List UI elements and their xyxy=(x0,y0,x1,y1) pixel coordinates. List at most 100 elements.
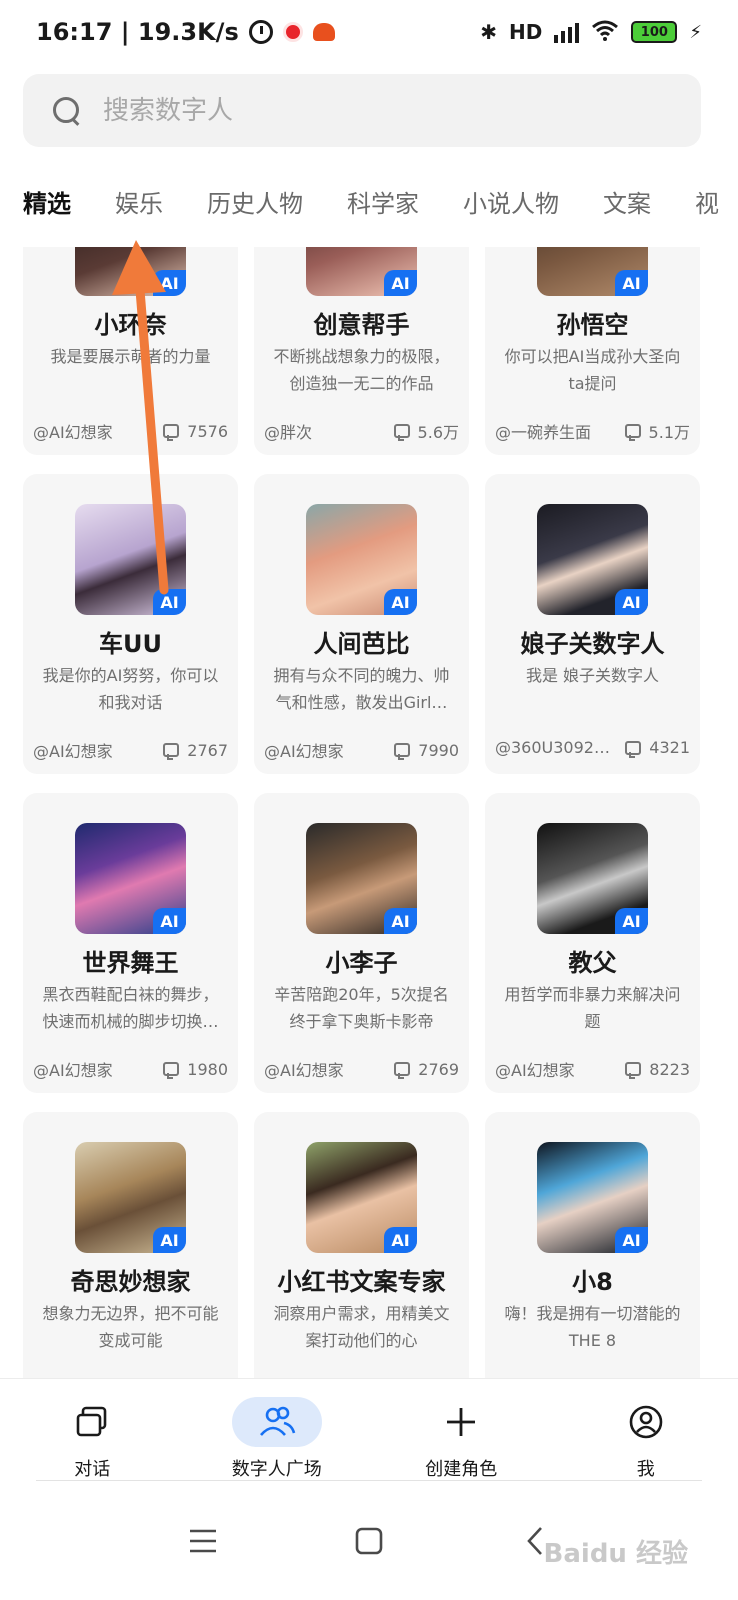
card-author: @AI幻想家 xyxy=(495,1061,575,1080)
ai-badge: AI xyxy=(615,1227,648,1253)
search-input[interactable] xyxy=(103,95,623,126)
tab-entertainment[interactable]: 娱乐 xyxy=(115,176,163,226)
alarm-icon xyxy=(248,20,273,44)
chat-count-icon xyxy=(163,424,180,441)
ai-badge: AI xyxy=(153,1227,186,1253)
character-card[interactable]: AI 小红书文案专家 洞察用户需求，用精美文案打动他们的心 xyxy=(254,1112,469,1378)
card-name: 奇思妙想家 xyxy=(70,1268,191,1296)
card-chat-count: 7990 xyxy=(394,741,459,760)
ai-badge: AI xyxy=(615,270,648,296)
card-count-value: 5.6万 xyxy=(417,423,459,442)
tab-more[interactable]: 视 xyxy=(695,176,719,226)
search-icon xyxy=(53,96,81,125)
tab-featured[interactable]: 精选 xyxy=(23,176,71,226)
card-chat-count: 8223 xyxy=(625,1060,690,1079)
card-description: 你可以把AI当成孙大圣向ta提问 xyxy=(504,347,681,393)
nav-item-create-role[interactable]: 创建角色 xyxy=(369,1379,554,1482)
nav-icon-wrap xyxy=(47,1397,137,1447)
card-description: 洞察用户需求，用精美文案打动他们的心 xyxy=(273,1304,450,1350)
status-bar: 16:17 | 19.3K/s ✱ HD 100 ⚡ xyxy=(0,0,738,64)
avatar: AI xyxy=(306,247,417,296)
avatar: AI xyxy=(306,1142,417,1253)
card-footer: @AI幻想家 7990 xyxy=(264,738,459,762)
card-footer: @AI幻想家 2769 xyxy=(264,1057,459,1081)
profile-icon xyxy=(629,1405,663,1439)
character-card[interactable]: AI 创意帮手 不断挑战想象力的极限，创造独一无二的作品 @胖次 5.6万 xyxy=(254,247,469,455)
nav-icon-wrap xyxy=(601,1397,691,1447)
card-footer: @AI幻想家 7576 xyxy=(33,419,228,443)
card-name: 娘子关数字人 xyxy=(520,630,665,658)
card-description: 用哲学而非暴力来解决问题 xyxy=(504,985,681,1031)
ai-badge: AI xyxy=(384,270,417,296)
card-name: 小李子 xyxy=(325,949,398,977)
card-footer: @AI幻想家 8223 xyxy=(495,1057,690,1081)
character-card[interactable]: AI 小环奈 我是要展示萌者的力量 @AI幻想家 7576 xyxy=(23,247,238,455)
plus-icon xyxy=(447,1408,476,1436)
character-card[interactable]: AI 小李子 辛苦陪跑20年，5次提名终于拿下奥斯卡影帝 @AI幻想家 2769 xyxy=(254,793,469,1093)
card-author: @360U3092… xyxy=(495,738,610,757)
tab-copywriting[interactable]: 文案 xyxy=(603,176,651,226)
character-card[interactable]: AI 车UU 我是你的AI努努，你可以和我对话 @AI幻想家 2767 xyxy=(23,474,238,774)
character-card[interactable]: AI 小8 嗨！我是拥有一切潜能的THE 8 xyxy=(485,1112,700,1378)
chat-count-icon xyxy=(393,424,410,441)
character-card[interactable]: AI 教父 用哲学而非暴力来解决问题 @AI幻想家 8223 xyxy=(485,793,700,1093)
ai-badge: AI xyxy=(153,589,186,615)
card-author: @一碗养生面 xyxy=(495,423,592,442)
ai-badge: AI xyxy=(384,589,417,615)
ai-badge: AI xyxy=(615,908,648,934)
nav-item-chat[interactable]: 对话 xyxy=(0,1379,185,1482)
avatar: AI xyxy=(75,1142,186,1253)
avatar: AI xyxy=(306,823,417,934)
card-count-value: 7990 xyxy=(418,740,459,760)
tab-scientists[interactable]: 科学家 xyxy=(347,176,419,226)
card-name: 小8 xyxy=(572,1268,613,1296)
card-author: @AI幻想家 xyxy=(264,742,344,761)
card-name: 小红书文案专家 xyxy=(277,1268,446,1296)
home-icon[interactable] xyxy=(349,1521,389,1561)
nav-label: 我 xyxy=(636,1459,655,1480)
ai-badge: AI xyxy=(153,270,186,296)
card-count-value: 8223 xyxy=(649,1059,690,1079)
chat-count-icon xyxy=(625,1062,642,1079)
character-card[interactable]: AI 孙悟空 你可以把AI当成孙大圣向ta提问 @一碗养生面 5.1万 xyxy=(485,247,700,455)
card-chat-count: 2769 xyxy=(394,1060,459,1079)
baidu-watermark: Baidu 经验 xyxy=(543,1539,688,1569)
signal-icon xyxy=(554,21,580,43)
bottom-nav: 对话 数字人广场 创建角色 我 xyxy=(0,1378,738,1482)
card-count-value: 2769 xyxy=(418,1059,459,1079)
character-card[interactable]: AI 世界舞王 黑衣西鞋配白袜的舞步，快速而机械的脚步切换… @AI幻想家 19… xyxy=(23,793,238,1093)
character-card[interactable]: AI 奇思妙想家 想象力无边界，把不可能变成可能 xyxy=(23,1112,238,1378)
character-card[interactable]: AI 人间芭比 拥有与众不同的魄力、帅气和性感，散发出Girl… @AI幻想家 … xyxy=(254,474,469,774)
chat-count-icon xyxy=(394,743,411,760)
nav-divider xyxy=(36,1480,702,1481)
character-grid: AI 小环奈 我是要展示萌者的力量 @AI幻想家 7576 AI 创意帮手 不断… xyxy=(23,247,701,1378)
card-footer: @AI幻想家 2767 xyxy=(33,738,228,762)
card-description: 想象力无边界，把不可能变成可能 xyxy=(42,1304,219,1350)
tab-historical-figures[interactable]: 历史人物 xyxy=(207,176,303,226)
card-author: @AI幻想家 xyxy=(33,423,113,442)
category-tabs: 精选 娱乐 历史人物 科学家 小说人物 文案 视 xyxy=(23,176,738,226)
search-box[interactable] xyxy=(23,74,701,147)
card-author: @AI幻想家 xyxy=(264,1061,344,1080)
nav-item-me[interactable]: 我 xyxy=(554,1379,738,1482)
tab-novel-characters[interactable]: 小说人物 xyxy=(463,176,559,226)
status-time-speed: 16:17 | 19.3K/s xyxy=(36,18,239,46)
card-chat-count: 2767 xyxy=(163,741,228,760)
chat-count-icon xyxy=(163,1062,180,1079)
nav-icon-wrap xyxy=(416,1397,506,1447)
chat-icon xyxy=(76,1406,107,1437)
chat-count-icon xyxy=(624,424,641,441)
card-description: 我是你的AI努努，你可以和我对话 xyxy=(42,666,219,712)
character-card[interactable]: AI 娘子关数字人 我是 娘子关数字人 @360U3092… 4321 xyxy=(485,474,700,774)
card-author: @AI幻想家 xyxy=(33,1061,113,1080)
avatar: AI xyxy=(75,504,186,615)
card-chat-count: 7576 xyxy=(163,422,228,441)
menu-icon[interactable] xyxy=(183,1521,223,1561)
status-right: ✱ HD 100 ⚡ xyxy=(480,19,702,46)
card-name: 世界舞王 xyxy=(82,949,179,977)
card-description: 辛苦陪跑20年，5次提名终于拿下奥斯卡影帝 xyxy=(274,985,449,1031)
nav-item-digital-plaza[interactable]: 数字人广场 xyxy=(185,1379,370,1482)
card-chat-count: 1980 xyxy=(163,1060,228,1079)
card-description: 不断挑战想象力的极限，创造独一无二的作品 xyxy=(273,347,450,393)
card-name: 创意帮手 xyxy=(313,311,410,339)
